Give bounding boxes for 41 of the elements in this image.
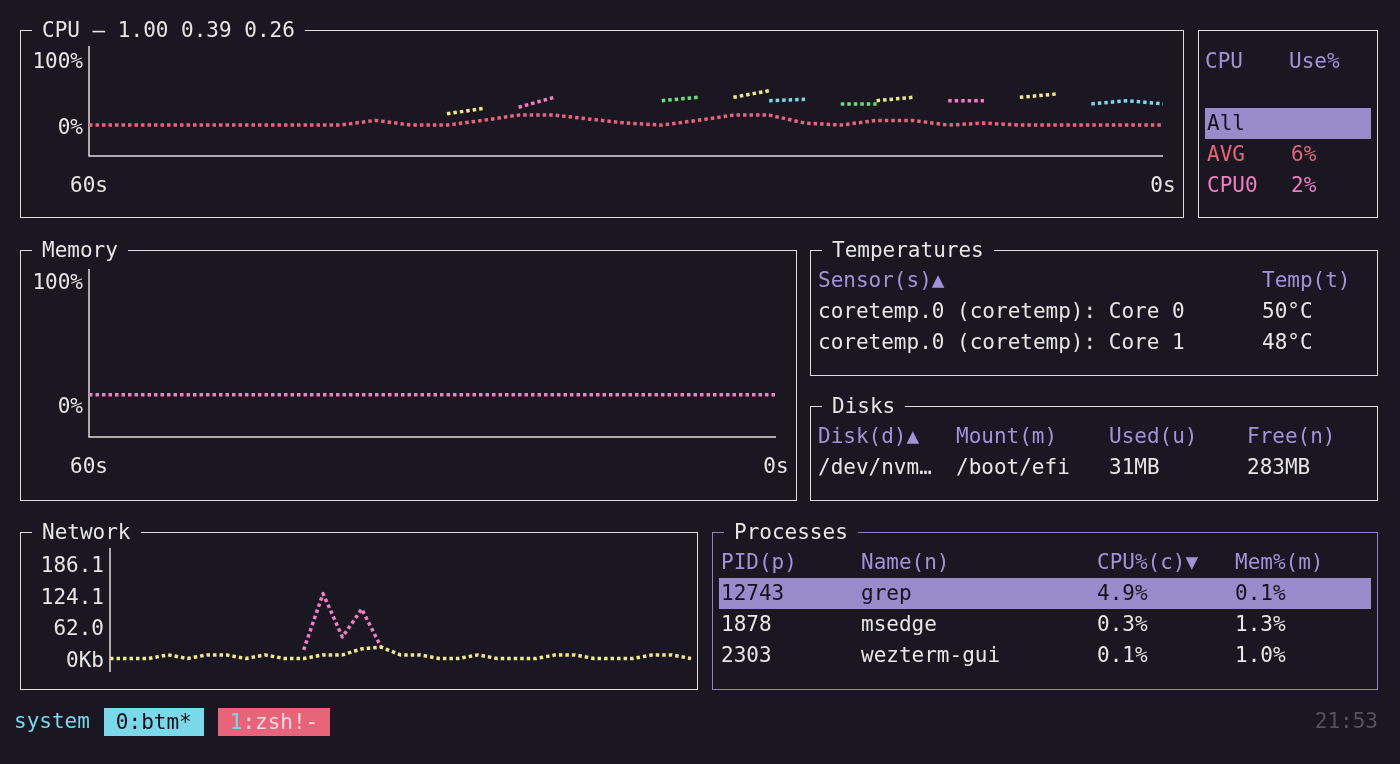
column-header[interactable]: Disk(d)▲ xyxy=(818,421,956,452)
y-tick-label: 186.1 xyxy=(40,552,104,579)
column-header[interactable]: Use% xyxy=(1289,46,1371,77)
column-header[interactable]: Used(u) xyxy=(1109,421,1247,452)
column-header[interactable]: Name(n) xyxy=(861,547,1097,578)
table-cell-text: 50°C xyxy=(1262,298,1314,325)
table-cell-text: /dev/nvm… xyxy=(818,454,933,481)
window-tab[interactable]: 0:btm* xyxy=(103,707,204,736)
x-tick-label: 60s xyxy=(70,172,108,199)
y-tick-label: 0% xyxy=(57,393,83,420)
table-cell-text: coretemp.0 (coretemp): Core 0 xyxy=(818,298,1186,325)
legend-row[interactable]: All xyxy=(1205,108,1371,139)
column-header[interactable]: Free(n) xyxy=(1247,421,1371,452)
x-tick-label: 60s xyxy=(70,453,108,480)
process-row[interactable]: 2303 wezterm-gui 0.1% 1.0% xyxy=(719,640,1371,671)
table-cell-text: 283MB xyxy=(1247,454,1312,481)
legend-row[interactable]: AVG 6% xyxy=(1205,139,1371,170)
legend-row[interactable]: CPU0 2% xyxy=(1205,170,1371,201)
y-tick-label: 0Kb xyxy=(66,647,104,674)
column-header[interactable]: Mem%(m) xyxy=(1235,547,1371,578)
column-header[interactable]: Temp(t) xyxy=(1262,265,1371,296)
table-cell-text: 48°C xyxy=(1262,329,1314,356)
process-row[interactable]: 12743 grep 4.9% 0.1% xyxy=(719,578,1371,609)
y-tick-label: 62.0 xyxy=(53,615,104,643)
column-header[interactable]: CPU xyxy=(1205,46,1289,77)
y-tick-label: 124.1 xyxy=(40,583,104,611)
table-cell-text: /boot/efi xyxy=(956,454,1071,481)
table-cell-text: 31MB xyxy=(1109,454,1161,481)
process-row[interactable]: 1878 msedge 0.3% 1.3% xyxy=(719,609,1371,640)
y-tick-label: 0% xyxy=(57,114,83,141)
column-header[interactable]: PID(p) xyxy=(721,547,861,578)
clock: 21:53 xyxy=(1314,708,1378,735)
column-header[interactable]: Mount(m) xyxy=(956,421,1109,452)
column-header[interactable]: Sensor(s)▲ xyxy=(818,265,1262,296)
table-cell-text: coretemp.0 (coretemp): Core 1 xyxy=(818,329,1186,356)
column-header[interactable]: CPU%(c)▼ xyxy=(1097,547,1235,578)
y-tick-label: 100% xyxy=(32,48,83,75)
session-name: system xyxy=(14,708,90,735)
y-tick-label: 100% xyxy=(32,269,83,296)
x-tick-label: 0s xyxy=(763,453,789,480)
x-tick-label: 0s xyxy=(1150,172,1176,199)
